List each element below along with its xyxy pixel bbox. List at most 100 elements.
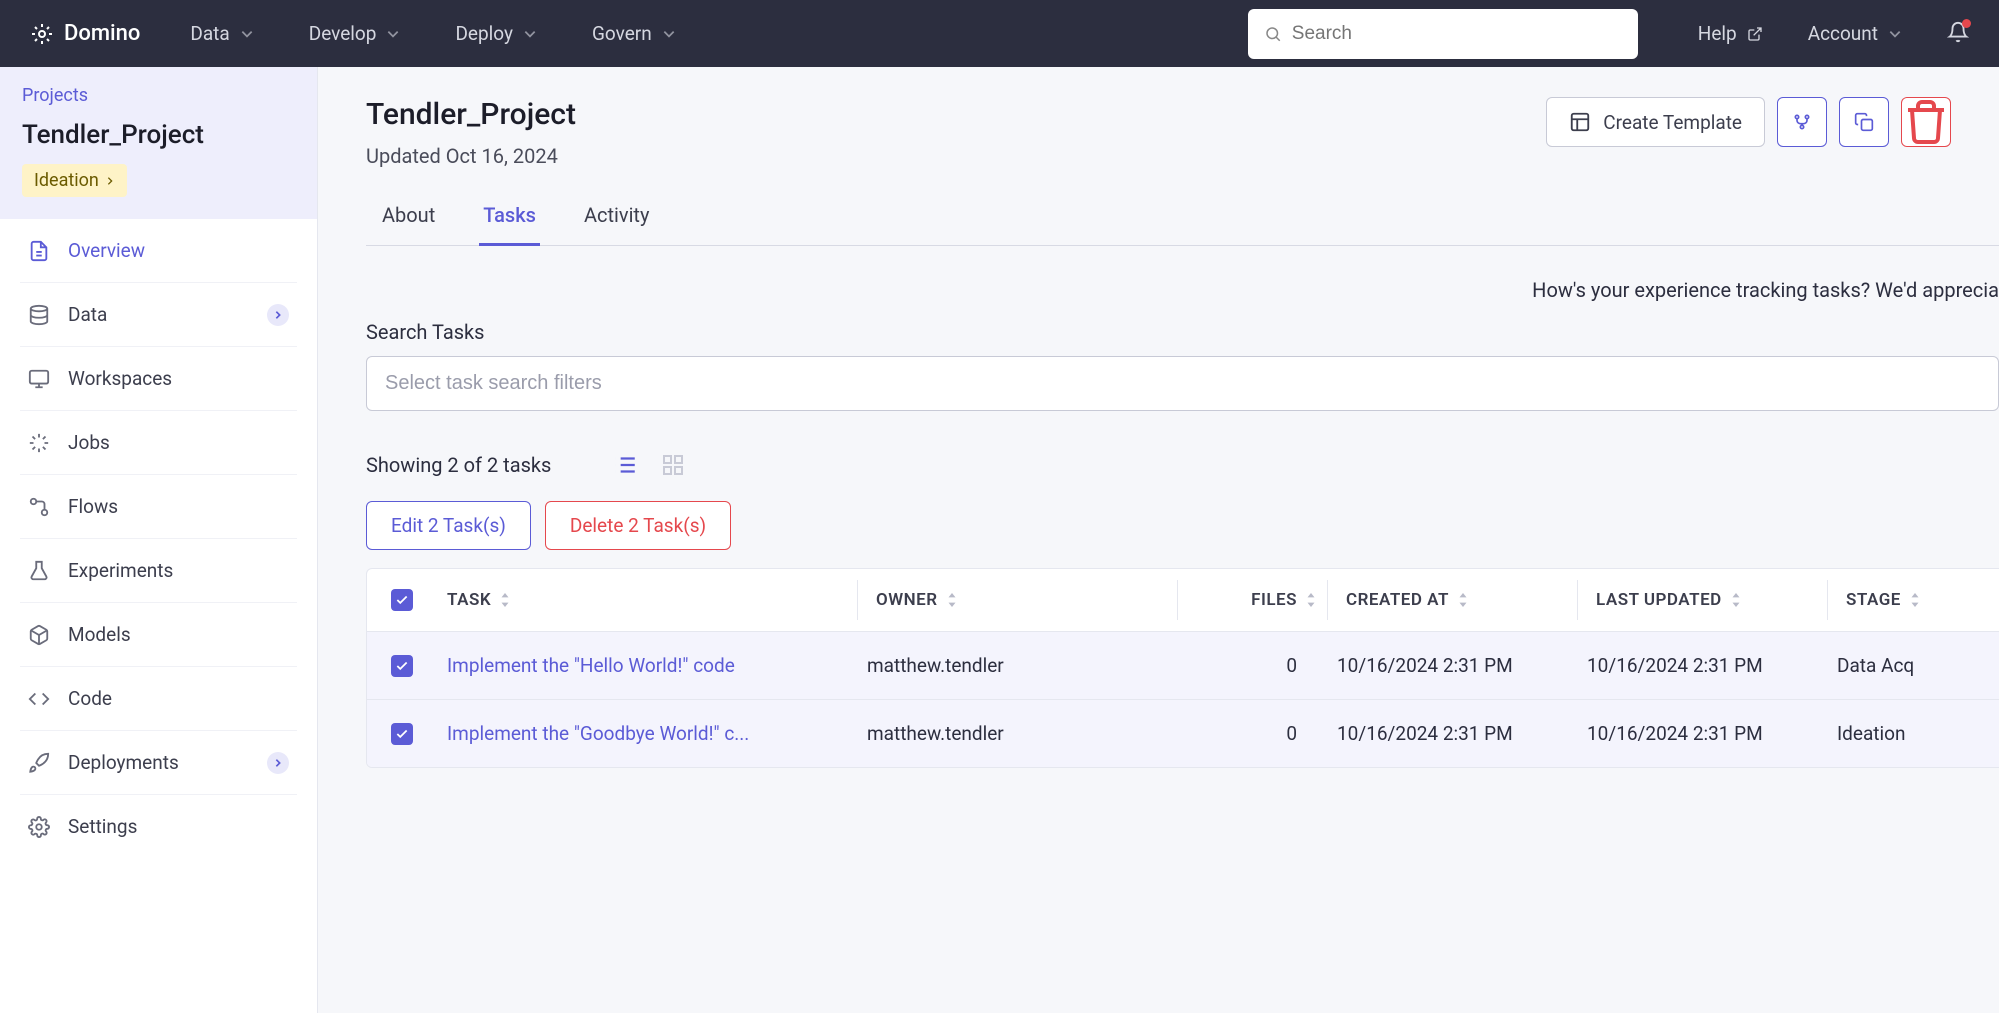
nav-item-data[interactable]: Data xyxy=(190,22,253,45)
sidebar-header: Projects Tendler_Project Ideation xyxy=(0,67,317,219)
sidebar-item-workspaces[interactable]: Workspaces xyxy=(20,347,297,411)
search-icon xyxy=(1264,25,1282,43)
sort-icon xyxy=(1457,593,1469,607)
view-toggle xyxy=(611,451,687,479)
task-owner: matthew.tendler xyxy=(857,654,1177,677)
col-stage[interactable]: STAGE xyxy=(1827,580,1999,620)
chevron-down-icon xyxy=(1888,27,1902,41)
task-owner: matthew.tendler xyxy=(857,722,1177,745)
page-title: Tendler_Project xyxy=(366,97,576,132)
col-files[interactable]: FILES xyxy=(1177,580,1327,620)
page-actions: Create Template xyxy=(1546,97,1951,147)
col-created[interactable]: CREATED AT xyxy=(1327,580,1577,620)
chevron-right-icon xyxy=(105,176,115,186)
copy-button[interactable] xyxy=(1839,97,1889,147)
task-updated: 10/16/2024 2:31 PM xyxy=(1577,654,1827,677)
nav-item-develop[interactable]: Develop xyxy=(309,22,401,45)
domino-logo-icon xyxy=(30,22,54,46)
stage-tag[interactable]: Ideation xyxy=(22,164,127,197)
tasks-table: TASK OWNER FILES CREATED AT LAST UPDATED… xyxy=(366,568,1999,768)
select-all-checkbox[interactable] xyxy=(391,589,413,611)
copy-icon xyxy=(1854,112,1874,132)
list-view-button[interactable] xyxy=(611,451,639,479)
external-link-icon xyxy=(1747,26,1763,42)
spinner-icon xyxy=(28,432,50,454)
fork-icon xyxy=(1792,112,1812,132)
database-icon xyxy=(28,304,50,326)
gear-icon xyxy=(28,816,50,838)
col-owner[interactable]: OWNER xyxy=(857,580,1177,620)
chevron-down-icon xyxy=(240,27,254,41)
chevron-down-icon xyxy=(523,27,537,41)
edit-tasks-button[interactable]: Edit 2 Task(s) xyxy=(366,501,531,550)
brand-name: Domino xyxy=(64,21,140,46)
brand-logo[interactable]: Domino xyxy=(30,21,140,46)
sidebar: Projects Tendler_Project Ideation Overvi… xyxy=(0,67,318,1013)
task-files: 0 xyxy=(1177,654,1327,677)
task-search-input[interactable] xyxy=(366,356,1999,411)
task-created: 10/16/2024 2:31 PM xyxy=(1327,654,1577,677)
nav-item-govern[interactable]: Govern xyxy=(592,22,676,45)
sidebar-item-experiments[interactable]: Experiments xyxy=(20,539,297,603)
notification-dot xyxy=(1962,19,1971,28)
right-nav: Help Account xyxy=(1698,21,1969,47)
chevron-down-icon xyxy=(386,27,400,41)
file-icon xyxy=(28,240,50,262)
create-template-button[interactable]: Create Template xyxy=(1546,97,1765,147)
sidebar-item-flows[interactable]: Flows xyxy=(20,475,297,539)
sidebar-nav: Overview Data Workspaces Jobs Flows xyxy=(0,219,317,858)
task-name-link[interactable]: Implement the "Goodbye World!" c... xyxy=(437,722,857,745)
tab-activity[interactable]: Activity xyxy=(580,203,653,245)
nav-menu: Data Develop Deploy Govern xyxy=(190,22,675,45)
sort-icon xyxy=(1909,593,1921,607)
sort-icon xyxy=(1730,593,1742,607)
monitor-icon xyxy=(28,368,50,390)
page-subtitle: Updated Oct 16, 2024 xyxy=(366,144,576,168)
global-search-input[interactable] xyxy=(1292,23,1622,45)
notifications-button[interactable] xyxy=(1947,21,1969,47)
row-checkbox[interactable] xyxy=(391,723,413,745)
account-menu[interactable]: Account xyxy=(1808,22,1902,45)
col-updated[interactable]: LAST UPDATED xyxy=(1577,580,1827,620)
sidebar-item-overview[interactable]: Overview xyxy=(20,219,297,283)
tab-tasks[interactable]: Tasks xyxy=(479,203,540,246)
sidebar-item-code[interactable]: Code xyxy=(20,667,297,731)
sidebar-item-deployments[interactable]: Deployments xyxy=(20,731,297,795)
sidebar-item-settings[interactable]: Settings xyxy=(20,795,297,858)
list-icon xyxy=(612,452,638,478)
showing-count: Showing 2 of 2 tasks xyxy=(366,453,551,477)
help-link[interactable]: Help xyxy=(1698,22,1763,45)
cube-icon xyxy=(28,624,50,646)
flow-icon xyxy=(28,496,50,518)
tab-about[interactable]: About xyxy=(378,203,439,245)
col-task[interactable]: TASK xyxy=(437,590,857,610)
sidebar-item-models[interactable]: Models xyxy=(20,603,297,667)
task-files: 0 xyxy=(1177,722,1327,745)
table-header: TASK OWNER FILES CREATED AT LAST UPDATED… xyxy=(367,569,1999,631)
fork-button[interactable] xyxy=(1777,97,1827,147)
sidebar-item-jobs[interactable]: Jobs xyxy=(20,411,297,475)
delete-tasks-button[interactable]: Delete 2 Task(s) xyxy=(545,501,731,550)
rocket-icon xyxy=(28,752,50,774)
task-name-link[interactable]: Implement the "Hello World!" code xyxy=(437,654,857,677)
task-created: 10/16/2024 2:31 PM xyxy=(1327,722,1577,745)
sidebar-project-title: Tendler_Project xyxy=(22,120,295,150)
delete-project-button[interactable] xyxy=(1901,97,1951,147)
top-nav: Domino Data Develop Deploy Govern Help A… xyxy=(0,0,1999,67)
table-row[interactable]: Implement the "Hello World!" code matthe… xyxy=(367,631,1999,699)
code-icon xyxy=(28,688,50,710)
task-stage: Data Acq xyxy=(1827,654,1999,677)
row-checkbox[interactable] xyxy=(391,655,413,677)
task-updated: 10/16/2024 2:31 PM xyxy=(1577,722,1827,745)
nav-item-deploy[interactable]: Deploy xyxy=(455,22,537,45)
breadcrumb-projects[interactable]: Projects xyxy=(22,85,295,106)
sort-icon xyxy=(499,593,511,607)
sort-icon xyxy=(1305,593,1317,607)
sidebar-item-data[interactable]: Data xyxy=(20,283,297,347)
main-content: Tendler_Project Updated Oct 16, 2024 Cre… xyxy=(318,67,1999,1013)
table-row[interactable]: Implement the "Goodbye World!" c... matt… xyxy=(367,699,1999,767)
grid-view-button[interactable] xyxy=(659,451,687,479)
feedback-banner: How's your experience tracking tasks? We… xyxy=(366,278,1999,302)
template-icon xyxy=(1569,111,1591,133)
global-search[interactable] xyxy=(1248,9,1638,59)
